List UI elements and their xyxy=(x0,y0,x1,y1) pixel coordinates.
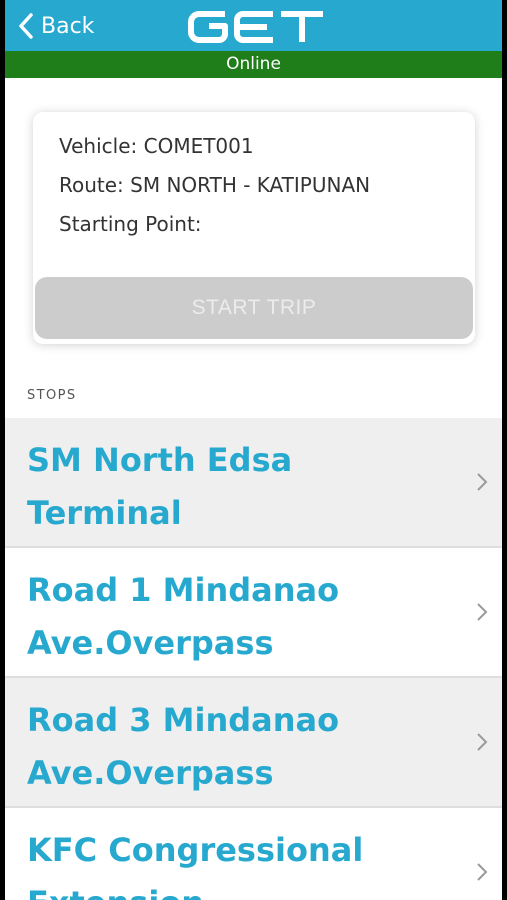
chevron-left-icon xyxy=(19,13,33,39)
stop-item[interactable]: Road 1 Mindanao Ave.Overpass xyxy=(5,548,502,678)
chevron-right-icon xyxy=(477,603,488,621)
stop-name: Road 3 Mindanao Ave.Overpass xyxy=(27,701,340,792)
starting-point-info: Starting Point: xyxy=(59,212,202,236)
stops-list: SM North Edsa Terminal Road 1 Mindanao A… xyxy=(5,418,502,900)
chevron-right-icon xyxy=(477,473,488,491)
app-screen: Back Online Vehicle: COMET001 Route: SM … xyxy=(5,0,502,900)
stop-name: SM North Edsa Terminal xyxy=(27,441,293,532)
stop-name: KFC Congressional Extension xyxy=(27,831,364,900)
back-button[interactable]: Back xyxy=(15,10,94,42)
app-logo xyxy=(188,11,323,43)
route-info: Route: SM NORTH - KATIPUNAN xyxy=(59,173,371,197)
chevron-right-icon xyxy=(477,863,488,881)
back-label: Back xyxy=(41,13,95,39)
stop-item[interactable]: Road 3 Mindanao Ave.Overpass xyxy=(5,678,502,808)
chevron-right-icon xyxy=(477,733,488,751)
stop-item[interactable]: KFC Congressional Extension xyxy=(5,808,502,900)
vehicle-info: Vehicle: COMET001 xyxy=(59,134,254,158)
stop-name: Road 1 Mindanao Ave.Overpass xyxy=(27,571,340,662)
stop-item[interactable]: SM North Edsa Terminal xyxy=(5,418,502,548)
stops-section-header: STOPS xyxy=(27,388,77,403)
navigation-bar: Back xyxy=(5,0,502,51)
connection-status: Online xyxy=(5,51,502,78)
start-trip-button[interactable]: START TRIP xyxy=(35,277,473,339)
trip-card: Vehicle: COMET001 Route: SM NORTH - KATI… xyxy=(33,112,475,344)
